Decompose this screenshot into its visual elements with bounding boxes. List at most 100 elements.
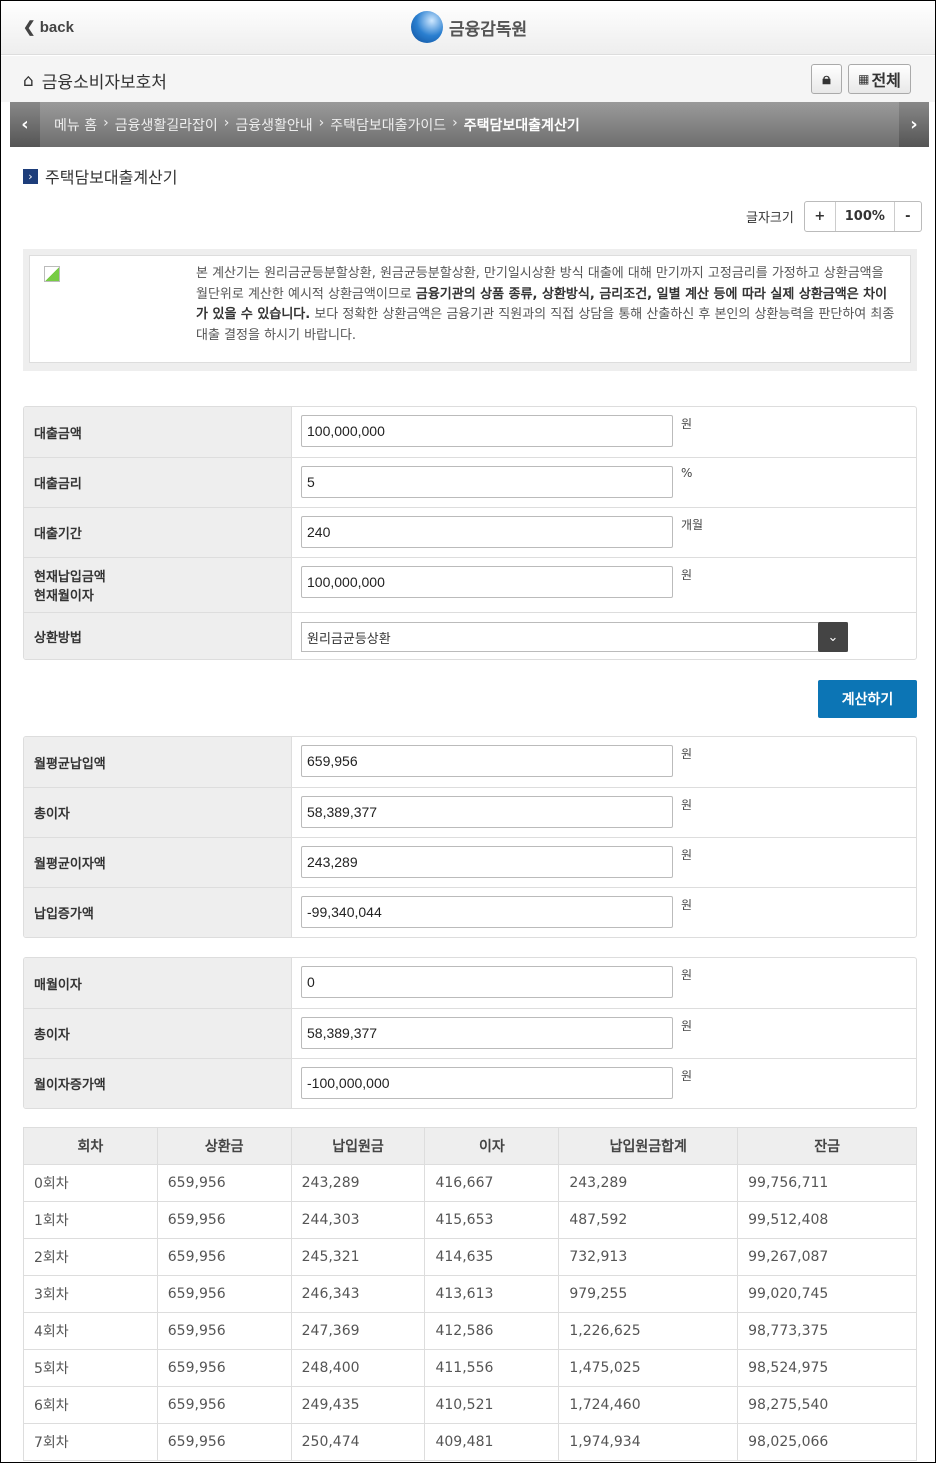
field-input[interactable]: 58,389,377	[301, 796, 673, 828]
font-increase-button[interactable]: +	[805, 202, 836, 231]
table-cell: 413,613	[424, 1275, 560, 1313]
lock-button[interactable]: 🔒︎	[811, 64, 842, 94]
logo[interactable]: 금융감독원	[411, 11, 527, 43]
table-row: 4회차 659,956 247,369 412,586 1,226,625 98,773,…	[23, 1312, 917, 1350]
field-value: 100,000,000 원	[292, 558, 916, 612]
field-input[interactable]: 5	[301, 466, 673, 498]
table-cell: 1,226,625	[558, 1312, 739, 1350]
table-row: 3회차 659,956 246,343 413,613 979,255 99,020,74…	[23, 1275, 917, 1313]
breadcrumb-item[interactable]: 금융생활안내	[235, 115, 312, 135]
field-input-value: 0	[307, 974, 315, 990]
all-menu-button[interactable]: ▦ 전체	[848, 64, 911, 94]
loan-input-form: 대출금액 100,000,000 원 대출금리 5% 대출기간 240 개월 현재납입금액 현재월…	[23, 406, 917, 660]
field-label-text: 총이자	[34, 807, 70, 822]
table-cell: 410,521	[424, 1386, 560, 1424]
table-row: 6회차 659,956 249,435 410,521 1,724,460 98,275,…	[23, 1386, 917, 1424]
repayment-schedule-table: 회차 상환금 납입원금 이자 납입원금합계 잔금 0회차 659,956 243,289 416,…	[23, 1127, 917, 1461]
unit-label: 원	[681, 898, 693, 912]
table-row: 2회차 659,956 245,321 414,635 732,913 99,267,08…	[23, 1238, 917, 1276]
table-cell: 99,756,711	[737, 1164, 917, 1202]
field-input[interactable]: 240	[301, 516, 673, 548]
field-input[interactable]: 0	[301, 966, 673, 998]
field-input-value: 243,289	[307, 854, 358, 870]
field-input[interactable]: 243,289	[301, 846, 673, 878]
field-value: 659,956 원	[292, 737, 916, 787]
field-label: 월평균이자액	[24, 838, 292, 887]
breadcrumb-prev-button[interactable]: ‹	[10, 102, 40, 147]
calculate-button[interactable]: 계산하기	[818, 680, 917, 718]
field-value: 5%	[292, 458, 916, 507]
repayment-method-select[interactable]: 원리금균등상환 ⌄	[301, 622, 848, 652]
table-cell: 659,956	[156, 1386, 292, 1424]
field-value: 100,000,000 원	[292, 407, 916, 457]
table-cell: 979,255	[558, 1275, 739, 1313]
field-input[interactable]: -100,000,000	[301, 1067, 673, 1099]
form-row: 상환방법 원리금균등상환 ⌄	[24, 612, 916, 659]
table-cell: 249,435	[290, 1386, 426, 1424]
font-decrease-button[interactable]: -	[895, 202, 921, 231]
unit-label: 원	[681, 417, 693, 431]
field-label: 대출금리	[24, 458, 292, 507]
field-input[interactable]: 58,389,377	[301, 1017, 673, 1049]
field-label: 총이자	[24, 788, 292, 837]
unit-label: 원	[681, 798, 693, 812]
field-input-value: 5	[307, 474, 315, 490]
table-cell: 487,592	[558, 1201, 739, 1239]
column-header: 납입원금합계	[558, 1127, 739, 1165]
field-input-value: 100,000,000	[307, 423, 385, 439]
breadcrumb-item[interactable]: 주택담보대출가이드	[330, 115, 446, 135]
table-cell: 7회차	[23, 1423, 158, 1461]
breadcrumb-item[interactable]: 메뉴 홈	[54, 115, 97, 135]
back-button[interactable]: ❮ back	[23, 18, 74, 36]
font-size-label: 글자크기	[746, 211, 794, 226]
breadcrumb-separator-icon: ›	[452, 114, 458, 131]
table-cell: 659,956	[156, 1275, 292, 1313]
field-value: 58,389,377 원	[292, 1009, 916, 1058]
field-label-text: 납입증가액	[34, 907, 94, 922]
form-row: 대출금액 100,000,000 원	[24, 407, 916, 457]
field-input-value: -100,000,000	[307, 1075, 390, 1091]
field-label-text: 현재납입금액	[34, 570, 106, 585]
all-menu-label: 전체	[871, 71, 901, 90]
table-row: 0회차 659,956 243,289 416,667 243,289 99,756,71…	[23, 1164, 917, 1202]
form-row: 납입증가액 -99,340,044 원	[24, 887, 916, 937]
form-row: 현재납입금액현재월이자 100,000,000 원	[24, 557, 916, 612]
table-row: 1회차 659,956 244,303 415,653 487,592 99,512,40…	[23, 1201, 917, 1239]
unit-label: 원	[681, 747, 693, 761]
section-header: ⌂ 금융소비자보호처 🔒︎ ▦ 전체	[1, 56, 935, 102]
form-row: 총이자 58,389,377 원	[24, 1008, 916, 1058]
field-input[interactable]: 659,956	[301, 745, 673, 777]
field-input[interactable]: 100,000,000	[301, 566, 673, 598]
home-icon[interactable]: ⌂	[23, 71, 34, 91]
column-header: 이자	[424, 1127, 560, 1165]
form-row: 월이자증가액 -100,000,000 원	[24, 1058, 916, 1108]
lock-icon: 🔒︎	[822, 69, 831, 88]
table-cell: 1,974,934	[558, 1423, 739, 1461]
field-label-text: 월이자증가액	[34, 1078, 106, 1093]
field-input[interactable]: -99,340,044	[301, 896, 673, 928]
field-input-value: -99,340,044	[307, 904, 382, 920]
field-label-text: 대출금액	[34, 426, 82, 442]
field-label-text: 현재월이자	[34, 589, 94, 604]
chevron-right-icon: ›	[23, 168, 38, 184]
field-value: -100,000,000 원	[292, 1059, 916, 1108]
table-cell: 250,474	[290, 1423, 426, 1461]
breadcrumb-next-button[interactable]: ›	[899, 102, 929, 147]
table-cell: 99,512,408	[737, 1201, 917, 1239]
field-input-value: 659,956	[307, 753, 358, 769]
table-row: 5회차 659,956 248,400 411,556 1,475,025 98,524,…	[23, 1349, 917, 1387]
table-cell: 4회차	[23, 1312, 158, 1350]
form-row: 월평균납입액 659,956 원	[24, 737, 916, 787]
table-cell: 412,586	[424, 1312, 560, 1350]
result-form-2: 매월이자 0 원 총이자 58,389,377 원 월이자증가액 -100,000,000 원	[23, 957, 917, 1109]
field-input[interactable]: 100,000,000	[301, 415, 673, 447]
table-cell: 246,343	[290, 1275, 426, 1313]
field-label: 총이자	[24, 1009, 292, 1058]
table-cell: 98,275,540	[737, 1386, 917, 1424]
table-cell: 244,303	[290, 1201, 426, 1239]
breadcrumb-item[interactable]: 금융생활길라잡이	[115, 115, 218, 135]
unit-label: 원	[681, 848, 693, 862]
unit-label: 원	[681, 968, 693, 982]
unit-label: 원	[681, 1019, 693, 1033]
form-row: 매월이자 0 원	[24, 958, 916, 1008]
